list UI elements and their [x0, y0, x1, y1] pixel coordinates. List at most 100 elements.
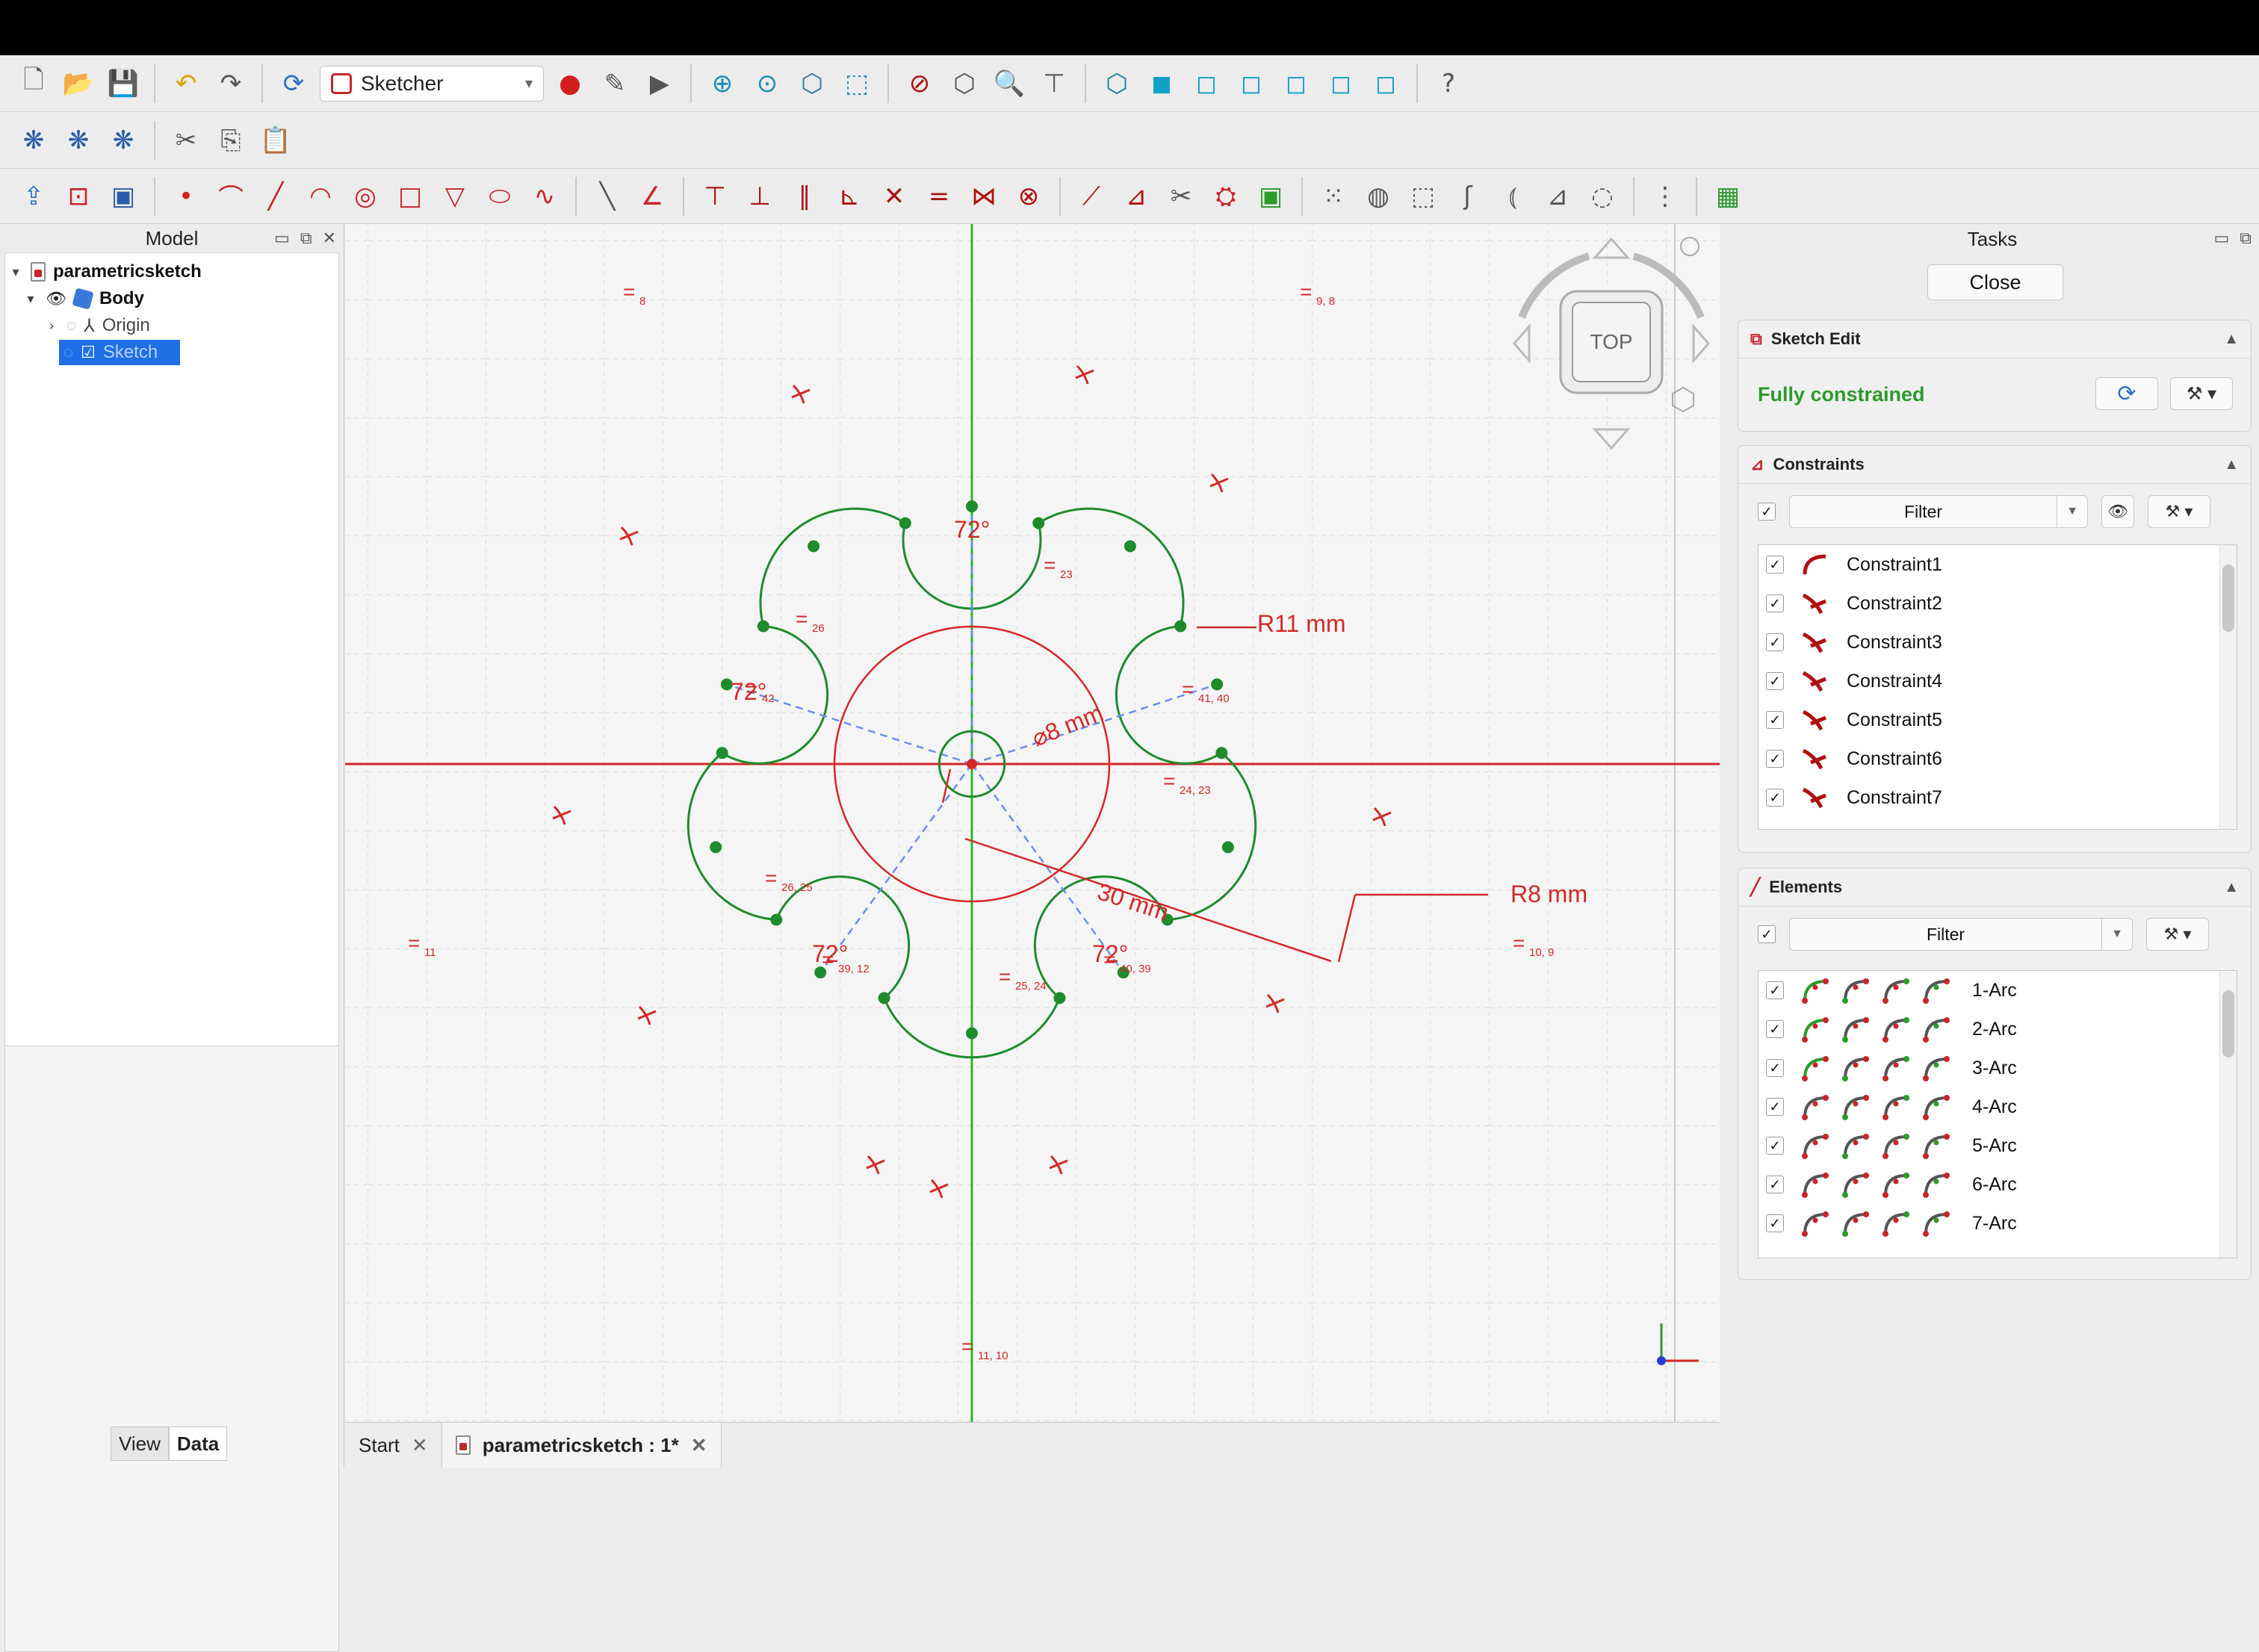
cut-icon[interactable]: ✂ — [167, 122, 205, 159]
constrain-horizontal-distance-icon[interactable]: ⊥ — [741, 178, 778, 215]
lobe-center-point[interactable] — [1211, 678, 1224, 691]
element-settings-dropdown[interactable]: ⚒ ▾ — [2146, 918, 2209, 951]
macro-1-icon[interactable]: ❋ — [15, 122, 52, 159]
equal-constraint-icon[interactable]: = — [1163, 769, 1175, 792]
close-icon[interactable]: ✕ — [412, 1434, 428, 1457]
select-all-checkbox[interactable]: ✓ — [1758, 503, 1776, 521]
tangent-point[interactable] — [1174, 620, 1187, 633]
redo-icon[interactable]: ↷ — [212, 65, 250, 102]
bspline-poles-icon[interactable]: ⁙ — [1315, 178, 1352, 215]
chevron-down-icon[interactable]: ▾ — [8, 264, 23, 280]
constrain-perpendicular-icon[interactable]: ⊾ — [831, 178, 868, 215]
constraint-tag-label[interactable]: 10, 9 — [1529, 946, 1554, 959]
refresh-icon[interactable]: ⟳ — [275, 65, 312, 102]
equal-constraint-icon[interactable]: = — [1044, 553, 1056, 577]
leave-sketch-icon[interactable]: ⇪ — [15, 178, 52, 215]
view-left-icon[interactable]: ◻ — [1367, 65, 1404, 102]
tangent-point[interactable] — [878, 992, 890, 1004]
constraint-tag-label[interactable]: 26 — [812, 622, 825, 635]
filter-dropdown[interactable]: Filter ▼ — [1789, 495, 2088, 528]
constrain-equal-icon[interactable]: = — [920, 178, 958, 215]
constraint-checkbox[interactable]: ✓ — [1766, 594, 1784, 612]
symmetry-icon[interactable]: ⋮ — [1646, 178, 1684, 215]
constraint-tag-label[interactable]: 11, 10 — [978, 1350, 1008, 1362]
equal-constraint-icon[interactable]: = — [796, 607, 808, 630]
paste-icon[interactable]: 📋 — [257, 122, 294, 159]
constrain-symmetric-icon[interactable]: ⋈ — [965, 178, 1003, 215]
constrain-parallel-icon[interactable]: ∥ — [786, 178, 823, 215]
tab-start[interactable]: Start ✕ — [345, 1423, 442, 1468]
polyline-icon[interactable]: ⌒ — [212, 178, 250, 215]
angle-dimension-label[interactable]: 72° — [954, 516, 990, 543]
stereo-icon[interactable]: ⬡ — [946, 65, 983, 102]
constraint-checkbox[interactable]: ✓ — [1766, 789, 1784, 807]
element-row[interactable]: ✓ 1-Arc — [1758, 971, 2237, 1010]
view-bottom-icon[interactable]: ◻ — [1322, 65, 1360, 102]
constraint-row[interactable]: ✓ Constraint7 — [1758, 778, 2237, 817]
polygon-icon[interactable]: ▽ — [436, 178, 474, 215]
constraint-checkbox[interactable]: ✓ — [1766, 711, 1784, 729]
bspline-degree-icon[interactable]: ◍ — [1360, 178, 1397, 215]
carbon-copy-icon[interactable]: ▣ — [1252, 178, 1289, 215]
element-row[interactable]: ✓ 4-Arc — [1758, 1087, 2237, 1126]
constraint-checkbox[interactable]: ✓ — [1766, 633, 1784, 651]
element-row[interactable]: ✓ 5-Arc — [1758, 1126, 2237, 1165]
view-isometric-icon[interactable]: ⬡ — [793, 65, 831, 102]
equal-constraint-icon[interactable]: = — [822, 948, 834, 971]
sketch-canvas[interactable]: R11 mmR8 mm⌀8 mm30 mm72°72°72° 72°= 8 = 9, 8… — [345, 224, 1720, 1422]
dock-icon[interactable]: ▭ — [2213, 229, 2229, 248]
constrain-vertical-distance-icon[interactable]: ⊤ — [696, 178, 734, 215]
equal-constraint-icon[interactable]: = — [999, 965, 1011, 988]
constraint-row[interactable]: ✓ Constraint4 — [1758, 662, 2237, 701]
dock-icon[interactable]: ▭ — [274, 229, 290, 248]
save-icon[interactable]: 💾 — [105, 65, 142, 102]
whats-this-icon[interactable]: ? — [1430, 65, 1467, 102]
constraint-settings-dropdown[interactable]: ⚒ ▾ — [2148, 495, 2210, 528]
element-row[interactable]: ✓ 3-Arc — [1758, 1049, 2237, 1087]
visibility-eye-icon[interactable]: 👁 — [46, 289, 66, 308]
constraint-row[interactable]: ✓ Constraint5 — [1758, 701, 2237, 739]
bounding-box-icon[interactable]: ⬚ — [838, 65, 876, 102]
constraint-tag-label[interactable]: 39, 12 — [838, 963, 870, 975]
draw-style-icon[interactable]: ⊘ — [901, 65, 938, 102]
tree-item-origin[interactable]: › ◌ ⅄ Origin — [44, 313, 150, 338]
element-checkbox[interactable]: ✓ — [1766, 1020, 1784, 1038]
constraints-list[interactable]: ✓ Constraint1 ✓ Constraint2 ✓ Constraint3 ✓ Con… — [1758, 544, 2237, 830]
concave-center-point[interactable] — [808, 540, 820, 553]
constraint-row[interactable]: ✓ Constraint6 — [1758, 739, 2237, 778]
equal-constraint-icon[interactable]: = — [623, 280, 635, 303]
constrain-block-icon[interactable]: ⊗ — [1010, 178, 1047, 215]
element-checkbox[interactable]: ✓ — [1766, 981, 1784, 999]
filter-dropdown[interactable]: Filter ▼ — [1789, 918, 2133, 951]
close-icon[interactable]: ✕ — [691, 1434, 707, 1457]
view-front-icon[interactable]: ◼ — [1143, 65, 1180, 102]
constraint-tag-label[interactable]: 8 — [639, 295, 645, 308]
chevron-down-icon[interactable]: ▾ — [23, 291, 38, 307]
constraint-row[interactable]: ✓ Constraint3 — [1758, 623, 2237, 662]
chevron-up-icon[interactable]: ▲ — [2224, 331, 2239, 348]
run-macro-icon[interactable]: ▶ — [641, 65, 678, 102]
radius-dimension-label[interactable]: R8 mm — [1510, 881, 1587, 907]
chevron-up-icon[interactable]: ▲ — [2224, 879, 2239, 896]
fillet-icon[interactable]: ∠ — [633, 178, 671, 215]
bspline-join-icon[interactable]: ⦅ — [1494, 178, 1531, 215]
constraint-checkbox[interactable]: ✓ — [1766, 556, 1784, 574]
origin-point[interactable] — [967, 759, 977, 769]
settings-dropdown[interactable]: ⚒ ▾ — [2170, 377, 2233, 410]
float-icon[interactable]: ⧉ — [2240, 229, 2252, 248]
scrollbar[interactable] — [2219, 971, 2237, 1258]
view-rear-icon[interactable]: ◻ — [1277, 65, 1315, 102]
constraint-tag-label[interactable]: 26, 25 — [781, 881, 813, 894]
scrollbar[interactable] — [2219, 545, 2237, 829]
tree-item-body[interactable]: ▾ 👁 Body — [23, 286, 144, 311]
element-row[interactable]: ✓ 6-Arc — [1758, 1165, 2237, 1204]
macro-2-icon[interactable]: ❋ — [60, 122, 97, 159]
constraint-tag-label[interactable]: 9, 8 — [1316, 295, 1335, 308]
visibility-button[interactable]: 👁 — [2101, 495, 2134, 528]
tangent-point[interactable] — [899, 517, 911, 530]
equal-constraint-icon[interactable]: = — [408, 931, 420, 954]
hidden-eye-icon[interactable]: ◌ — [66, 316, 76, 335]
close-button[interactable]: Close — [1927, 264, 2063, 300]
element-checkbox[interactable]: ✓ — [1766, 1214, 1784, 1232]
view-sketch-icon[interactable]: ⊡ — [60, 178, 97, 215]
